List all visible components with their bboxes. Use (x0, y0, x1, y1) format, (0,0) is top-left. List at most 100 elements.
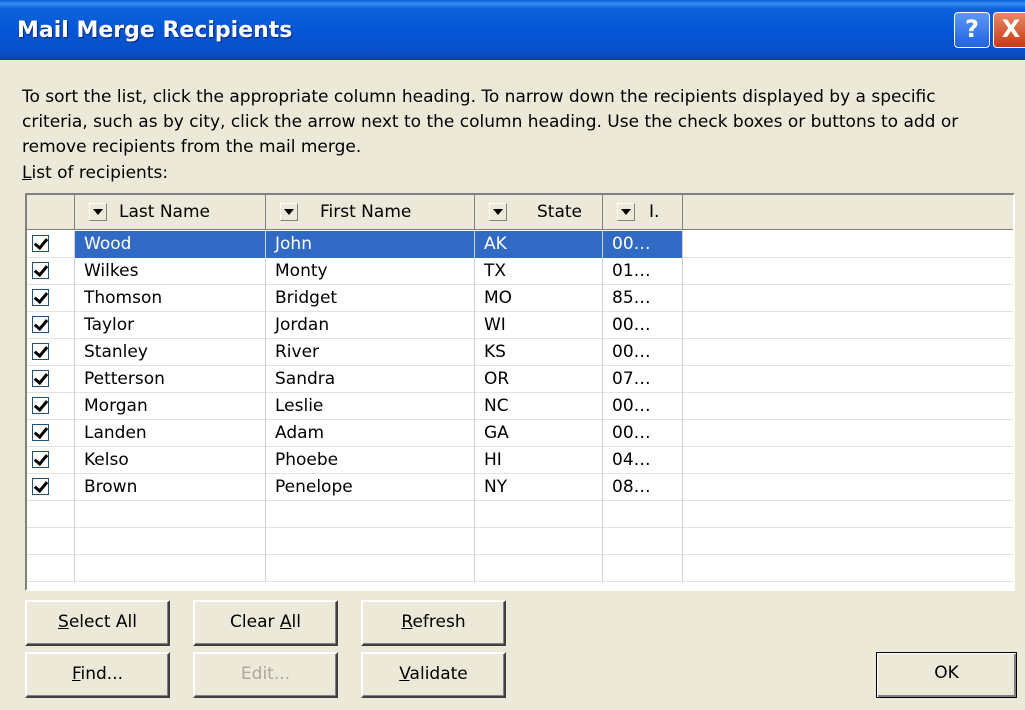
include-checkbox[interactable] (32, 397, 49, 414)
chevron-down-icon[interactable] (617, 203, 635, 221)
include-checkbox[interactable] (32, 343, 49, 360)
checkbox-cell (27, 528, 75, 555)
edit-button[interactable]: Edit... (193, 652, 338, 698)
header-first-name[interactable]: First Name (266, 195, 475, 229)
header-checkbox-column[interactable] (27, 195, 75, 229)
cell-first: Monty (266, 258, 475, 285)
refresh-button[interactable]: Refresh (361, 600, 506, 646)
label-text: elect All (68, 612, 137, 632)
cell-state: MO (475, 285, 603, 312)
table-row[interactable]: Thomson Bridget MO 85… (27, 285, 1013, 312)
include-checkbox[interactable] (32, 478, 49, 495)
cell-first (266, 528, 475, 555)
header-last-name[interactable]: Last Name (75, 195, 266, 229)
table-row[interactable]: Kelso Phoebe HI 04… (27, 447, 1013, 474)
checkbox-cell (27, 231, 75, 258)
cell-first: Jordan (266, 312, 475, 339)
validate-button[interactable]: Validate (361, 652, 506, 698)
cell-empty (683, 474, 1013, 501)
list-header: Last Name First Name State I. (27, 195, 1013, 230)
include-checkbox[interactable] (32, 235, 49, 252)
recipients-list[interactable]: Last Name First Name State I. Wood John AK… (25, 193, 1015, 591)
cell-state: TX (475, 258, 603, 285)
title-bar[interactable]: Mail Merge Recipients ? X (0, 0, 1025, 60)
mnemonic: V (399, 664, 410, 684)
checkbox-cell (27, 555, 75, 582)
cell-last: Wood (75, 231, 266, 258)
cell-last: Morgan (75, 393, 266, 420)
table-row[interactable]: Stanley River KS 00… (27, 339, 1013, 366)
cell-state (475, 528, 603, 555)
header-id[interactable]: I. (603, 195, 683, 229)
select-all-button[interactable]: Select All (25, 600, 170, 646)
label-text: ind... (80, 664, 124, 684)
cell-state: NY (475, 474, 603, 501)
clear-all-button[interactable]: Clear All (193, 600, 338, 646)
cell-id: 00… (603, 420, 683, 447)
header-first-name-label: First Name (320, 202, 412, 222)
cell-first (266, 501, 475, 528)
include-checkbox[interactable] (32, 316, 49, 333)
cell-empty (683, 501, 1013, 528)
include-checkbox[interactable] (32, 262, 49, 279)
cell-empty (683, 420, 1013, 447)
cell-empty (683, 312, 1013, 339)
cell-empty (683, 528, 1013, 555)
close-button[interactable]: X (993, 12, 1025, 48)
cell-id: 01… (603, 258, 683, 285)
label-text: OK (934, 663, 959, 683)
instructions-text: To sort the list, click the appropriate … (22, 87, 959, 157)
list-of-recipients-label: List of recipients: (22, 163, 168, 183)
checkbox-cell (27, 258, 75, 285)
table-row[interactable]: Taylor Jordan WI 00… (27, 312, 1013, 339)
cell-first: John (266, 231, 475, 258)
mnemonic: F (71, 664, 81, 684)
ok-button[interactable]: OK (876, 652, 1017, 698)
cell-last: Kelso (75, 447, 266, 474)
cell-first: Leslie (266, 393, 475, 420)
cell-last: Stanley (75, 339, 266, 366)
include-checkbox[interactable] (32, 370, 49, 387)
table-row[interactable]: Morgan Leslie NC 00… (27, 393, 1013, 420)
table-row[interactable]: Wood John AK 00… (27, 231, 1013, 258)
cell-id: 08… (603, 474, 683, 501)
cell-id: 00… (603, 312, 683, 339)
help-button[interactable]: ? (954, 12, 990, 48)
table-row[interactable]: Landen Adam GA 00… (27, 420, 1013, 447)
chevron-down-icon[interactable] (280, 203, 298, 221)
cell-empty (683, 339, 1013, 366)
cell-last: Landen (75, 420, 266, 447)
cell-last (75, 501, 266, 528)
cell-id: 85… (603, 285, 683, 312)
include-checkbox[interactable] (32, 451, 49, 468)
cell-last: Thomson (75, 285, 266, 312)
table-row[interactable]: Brown Penelope NY 08… (27, 474, 1013, 501)
cell-id (603, 528, 683, 555)
header-state[interactable]: State (475, 195, 603, 229)
mnemonic: A (279, 612, 292, 632)
cell-last: Wilkes (75, 258, 266, 285)
cell-last: Brown (75, 474, 266, 501)
checkbox-cell (27, 501, 75, 528)
cell-state (475, 555, 603, 582)
include-checkbox[interactable] (32, 289, 49, 306)
label-text: Clear (230, 612, 280, 632)
cell-id: 00… (603, 231, 683, 258)
find-button[interactable]: Find... (25, 652, 170, 698)
mnemonic: R (401, 612, 413, 632)
cell-id: 00… (603, 339, 683, 366)
cell-first (266, 555, 475, 582)
cell-id (603, 555, 683, 582)
table-row[interactable]: Wilkes Monty TX 01… (27, 258, 1013, 285)
checkbox-cell (27, 285, 75, 312)
table-row[interactable]: Petterson Sandra OR 07… (27, 366, 1013, 393)
chevron-down-icon[interactable] (89, 203, 107, 221)
label-text: Edit... (240, 664, 291, 684)
cell-last: Taylor (75, 312, 266, 339)
label-rest: ist of recipients: (31, 163, 169, 183)
checkbox-cell (27, 366, 75, 393)
include-checkbox[interactable] (32, 424, 49, 441)
chevron-down-icon[interactable] (489, 203, 507, 221)
header-id-label: I. (649, 202, 660, 222)
cell-empty (683, 258, 1013, 285)
